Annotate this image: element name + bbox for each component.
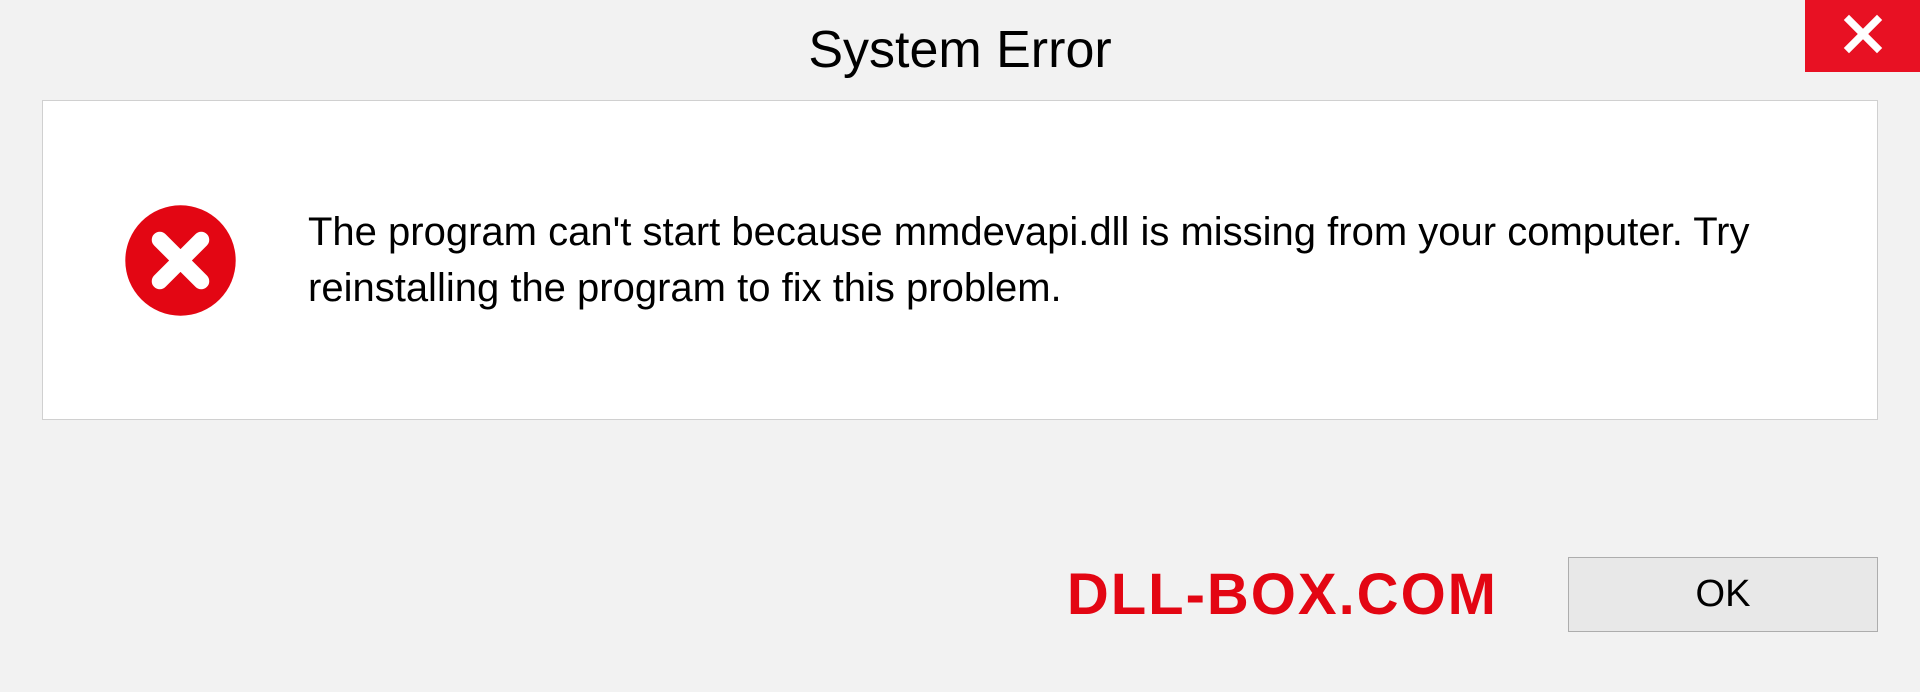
title-bar: System Error [0, 0, 1920, 100]
dialog-title: System Error [808, 20, 1111, 80]
watermark-text: DLL-BOX.COM [1067, 561, 1498, 628]
close-icon [1842, 13, 1884, 60]
dialog-content: The program can't start because mmdevapi… [42, 100, 1878, 420]
ok-button[interactable]: OK [1568, 557, 1878, 632]
close-button[interactable] [1805, 0, 1920, 72]
dialog-footer: DLL-BOX.COM OK [0, 557, 1920, 632]
error-icon [123, 203, 238, 318]
error-message: The program can't start because mmdevapi… [308, 204, 1758, 316]
